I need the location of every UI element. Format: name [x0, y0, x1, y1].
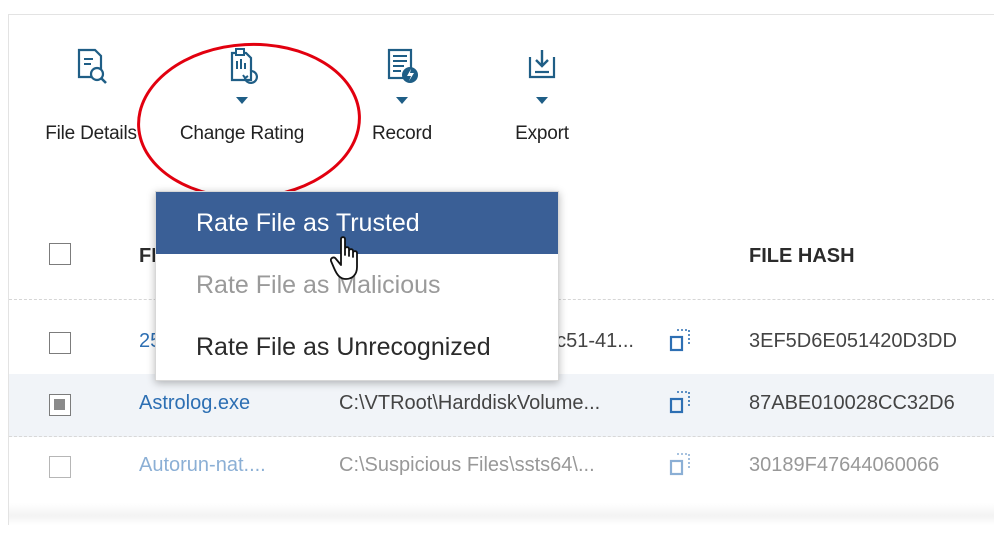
table-row[interactable]: Autorun-nat.... C:\Suspicious Files\ssts…: [9, 436, 994, 498]
file-hash: 30189F47644060066: [749, 454, 940, 476]
file-path: C:\VTRoot\HarddiskVolume...: [339, 392, 601, 414]
row-checkbox[interactable]: [49, 394, 71, 416]
file-path: C:\Suspicious Files\ssts64\...: [339, 454, 595, 476]
menu-item-rate-unrecognized[interactable]: Rate File as Unrecognized: [156, 316, 558, 378]
row-checkbox[interactable]: [49, 456, 71, 478]
chevron-down-icon[interactable]: [396, 97, 408, 104]
record-icon: [387, 48, 418, 83]
file-name-link[interactable]: Astrolog.exe: [139, 392, 250, 415]
select-all-checkbox[interactable]: [49, 243, 71, 265]
file-search-icon: [77, 48, 107, 84]
table-row[interactable]: Astrolog.exe C:\VTRoot\HarddiskVolume...…: [9, 374, 994, 437]
header-file-hash[interactable]: FILE HASH: [749, 245, 855, 268]
export-icon: [528, 50, 556, 79]
copy-icon[interactable]: [669, 450, 693, 478]
file-name-link[interactable]: Autorun-nat....: [139, 454, 266, 477]
chevron-down-icon[interactable]: [536, 97, 548, 104]
file-hash: 3EF5D6E051420D3DD: [749, 330, 957, 352]
row-checkbox[interactable]: [49, 332, 71, 354]
change-rating-menu: Rate File as Trusted Rate File as Malici…: [155, 191, 559, 381]
copy-icon[interactable]: [669, 388, 693, 416]
torn-edge: [9, 503, 994, 525]
highlight-ring: [133, 37, 365, 205]
export-button[interactable]: Export: [472, 15, 612, 165]
hand-cursor-icon: [330, 236, 358, 280]
file-hash: 87ABE010028CC32D6: [749, 392, 955, 414]
export-label: Export: [515, 123, 569, 144]
copy-icon[interactable]: [669, 326, 693, 354]
